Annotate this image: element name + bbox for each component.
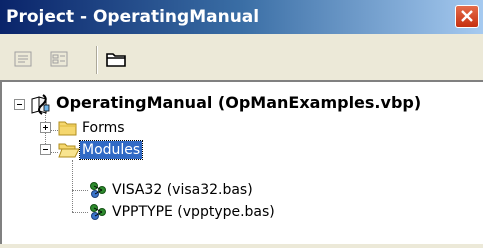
open-folder-icon xyxy=(58,143,80,158)
tree-item-forms[interactable]: Forms xyxy=(82,119,125,137)
tree-item-visa32[interactable]: VISA32 (visa32.bas) xyxy=(112,181,253,199)
view-object-icon xyxy=(50,51,68,67)
view-code-icon xyxy=(14,51,32,67)
vb-project-icon xyxy=(31,94,50,115)
title-bar[interactable]: Project - OperatingManual xyxy=(0,0,483,34)
toolbar-separator xyxy=(96,46,98,74)
close-button[interactable] xyxy=(455,5,479,28)
root-collapse-toggle[interactable] xyxy=(14,99,25,110)
module-icon xyxy=(90,204,106,220)
toggle-folders-icon xyxy=(106,53,126,67)
view-code-button[interactable] xyxy=(12,48,38,72)
folder-icon xyxy=(58,121,77,136)
module-icon xyxy=(90,182,106,198)
forms-expand-toggle[interactable] xyxy=(40,122,51,133)
modules-collapse-toggle[interactable] xyxy=(40,144,51,155)
view-object-button[interactable] xyxy=(48,48,74,72)
tree-root-label[interactable]: OperatingManual (OpManExamples.vbp) xyxy=(56,93,421,113)
tree-connector xyxy=(72,190,88,191)
close-icon xyxy=(461,10,473,22)
window-title: Project - OperatingManual xyxy=(6,7,260,27)
project-tree[interactable]: OperatingManual (OpManExamples.vbp) Form… xyxy=(0,80,483,248)
tree-connector xyxy=(72,212,88,213)
project-explorer-window: Project - OperatingManual OperatingManua… xyxy=(0,0,483,248)
tree-item-modules[interactable]: Modules xyxy=(78,140,144,160)
window-bottom-edge xyxy=(0,244,483,248)
tree-item-vpptype[interactable]: VPPTYPE (vpptype.bas) xyxy=(112,203,275,221)
tree-connector xyxy=(72,160,73,212)
toggle-folders-button[interactable] xyxy=(104,48,130,72)
toolbar xyxy=(0,34,483,80)
